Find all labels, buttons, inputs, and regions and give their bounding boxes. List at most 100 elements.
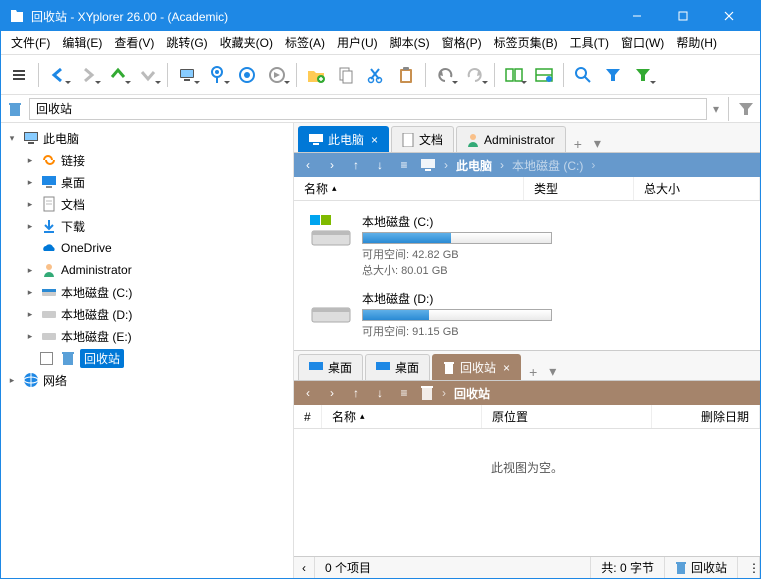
col-name[interactable]: 名称 ▴: [322, 405, 482, 428]
crumb-recycle[interactable]: 回收站: [454, 385, 490, 402]
cut-icon[interactable]: [362, 61, 390, 89]
crumb-drive[interactable]: 本地磁盘 (C:): [512, 157, 583, 174]
nav-back-icon[interactable]: ‹: [300, 157, 316, 173]
tree-administrator[interactable]: ▸Administrator: [1, 259, 293, 281]
menu-script[interactable]: 脚本(S): [384, 31, 436, 54]
pane1-columns: 名称 ▴ 类型 总大小: [294, 177, 760, 201]
status-grip-icon[interactable]: ⋮⋮: [738, 557, 760, 578]
menu-window[interactable]: 窗口(W): [615, 31, 670, 54]
tree-drive-c[interactable]: ▸本地磁盘 (C:): [1, 281, 293, 303]
col-size[interactable]: 总大小: [634, 177, 760, 200]
close-tab-icon[interactable]: ×: [503, 361, 510, 375]
paste-icon[interactable]: [392, 61, 420, 89]
nav-up-icon[interactable]: ↑: [348, 157, 364, 173]
pane2-tab-desktop1[interactable]: 桌面: [298, 354, 363, 380]
nav-up-icon[interactable]: ↑: [348, 385, 364, 401]
tree-onedrive[interactable]: OneDrive: [1, 237, 293, 259]
tree-checkbox[interactable]: [40, 352, 53, 365]
sync-pane-icon[interactable]: [530, 61, 558, 89]
up-button[interactable]: [104, 61, 132, 89]
undo-icon[interactable]: [431, 61, 459, 89]
pane2-tab-recycle[interactable]: 回收站×: [432, 354, 521, 380]
copy-icon[interactable]: [332, 61, 360, 89]
minimize-button[interactable]: [614, 1, 660, 31]
tree-desktop[interactable]: ▸桌面: [1, 171, 293, 193]
pane1-content[interactable]: 本地磁盘 (C:) 可用空间: 42.82 GB 总大小: 80.01 GB 本…: [294, 201, 760, 350]
nav-back-icon[interactable]: ‹: [300, 385, 316, 401]
filter-icon[interactable]: [738, 102, 754, 116]
menu-user[interactable]: 用户(U): [331, 31, 384, 54]
maximize-button[interactable]: [660, 1, 706, 31]
add-tab-button[interactable]: +: [523, 364, 543, 380]
tree-documents[interactable]: ▸文档: [1, 193, 293, 215]
pane2-content[interactable]: 此视图为空。: [294, 429, 760, 556]
crumb-pc-icon[interactable]: [420, 158, 436, 172]
col-index[interactable]: #: [294, 405, 322, 428]
back-button[interactable]: [44, 61, 72, 89]
menu-help[interactable]: 帮助(H): [670, 31, 723, 54]
down-button[interactable]: [134, 61, 162, 89]
nav-list-icon[interactable]: ≡: [396, 157, 412, 173]
tree-recycle-bin[interactable]: 回收站: [1, 347, 293, 369]
add-tab-button[interactable]: +: [568, 136, 588, 152]
pane2-statusbar: ‹ 0 个项目 共: 0 字节 回收站 ⋮⋮: [294, 556, 760, 578]
nav-forward-icon[interactable]: ›: [324, 385, 340, 401]
menu-edit[interactable]: 编辑(E): [56, 31, 108, 54]
pane1-tabstrip: 此电脑× 文档 Administrator + ▾: [294, 123, 760, 153]
nav-list-icon[interactable]: ≡: [396, 385, 412, 401]
new-folder-icon[interactable]: [302, 61, 330, 89]
drive-row-d[interactable]: 本地磁盘 (D:) 可用空间: 91.15 GB: [300, 284, 754, 345]
menu-fav[interactable]: 收藏夹(O): [214, 31, 279, 54]
tree-links[interactable]: ▸链接: [1, 149, 293, 171]
computer-icon[interactable]: [173, 61, 201, 89]
pin-icon[interactable]: [203, 61, 231, 89]
menu-tabset[interactable]: 标签页集(B): [488, 31, 564, 54]
pane2-nav: ‹ › ↑ ↓ ≡ › 回收站: [294, 381, 760, 405]
tab-menu-icon[interactable]: ▾: [543, 363, 562, 380]
col-deldate[interactable]: 删除日期: [652, 405, 760, 428]
history-icon[interactable]: [263, 61, 291, 89]
status-arrow-icon[interactable]: ‹: [294, 557, 315, 578]
filter-blue-icon[interactable]: [599, 61, 627, 89]
col-name[interactable]: 名称 ▴: [294, 177, 524, 200]
filter-green-icon[interactable]: [629, 61, 657, 89]
close-button[interactable]: [706, 1, 752, 31]
menu-pane[interactable]: 窗格(P): [436, 31, 488, 54]
dual-pane-icon[interactable]: [500, 61, 528, 89]
pane1-tab-docs[interactable]: 文档: [391, 126, 454, 152]
tree-drive-d[interactable]: ▸本地磁盘 (D:): [1, 303, 293, 325]
col-type[interactable]: 类型: [524, 177, 634, 200]
target-icon[interactable]: [233, 61, 261, 89]
col-origloc[interactable]: 原位置: [482, 405, 652, 428]
address-dropdown-icon[interactable]: ▾: [713, 102, 719, 116]
nav-down-icon[interactable]: ↓: [372, 385, 388, 401]
address-input[interactable]: 回收站: [29, 98, 707, 120]
menu-file[interactable]: 文件(F): [5, 31, 56, 54]
app-icon: [9, 8, 25, 24]
close-tab-icon[interactable]: ×: [371, 133, 378, 147]
pane1-tab-thispc[interactable]: 此电脑×: [298, 126, 389, 152]
tree-this-pc[interactable]: ▾ 此电脑: [1, 127, 293, 149]
drive-row-c[interactable]: 本地磁盘 (C:) 可用空间: 42.82 GB 总大小: 80.01 GB: [300, 207, 754, 284]
crumb-bin-icon[interactable]: [420, 385, 434, 401]
search-icon[interactable]: [569, 61, 597, 89]
tab-menu-icon[interactable]: ▾: [588, 135, 607, 152]
crumb-thispc[interactable]: 此电脑: [456, 157, 492, 174]
drive-bar: [362, 309, 552, 321]
menu-view[interactable]: 查看(V): [108, 31, 160, 54]
window-title: 回收站 - XYplorer 26.00 - (Academic): [31, 8, 614, 25]
pane1-tab-admin[interactable]: Administrator: [456, 126, 566, 152]
nav-forward-icon[interactable]: ›: [324, 157, 340, 173]
nav-down-icon[interactable]: ↓: [372, 157, 388, 173]
folder-tree[interactable]: ▾ 此电脑 ▸链接 ▸桌面 ▸文档 ▸下载 OneDrive ▸Administ…: [1, 123, 294, 578]
menu-tools[interactable]: 工具(T): [564, 31, 615, 54]
pane2-tab-desktop2[interactable]: 桌面: [365, 354, 430, 380]
hamburger-icon[interactable]: [5, 61, 33, 89]
menu-goto[interactable]: 跳转(G): [160, 31, 213, 54]
forward-button[interactable]: [74, 61, 102, 89]
tree-network[interactable]: ▸网络: [1, 369, 293, 391]
tree-downloads[interactable]: ▸下载: [1, 215, 293, 237]
menu-tags[interactable]: 标签(A): [279, 31, 331, 54]
redo-icon[interactable]: [461, 61, 489, 89]
tree-drive-e[interactable]: ▸本地磁盘 (E:): [1, 325, 293, 347]
